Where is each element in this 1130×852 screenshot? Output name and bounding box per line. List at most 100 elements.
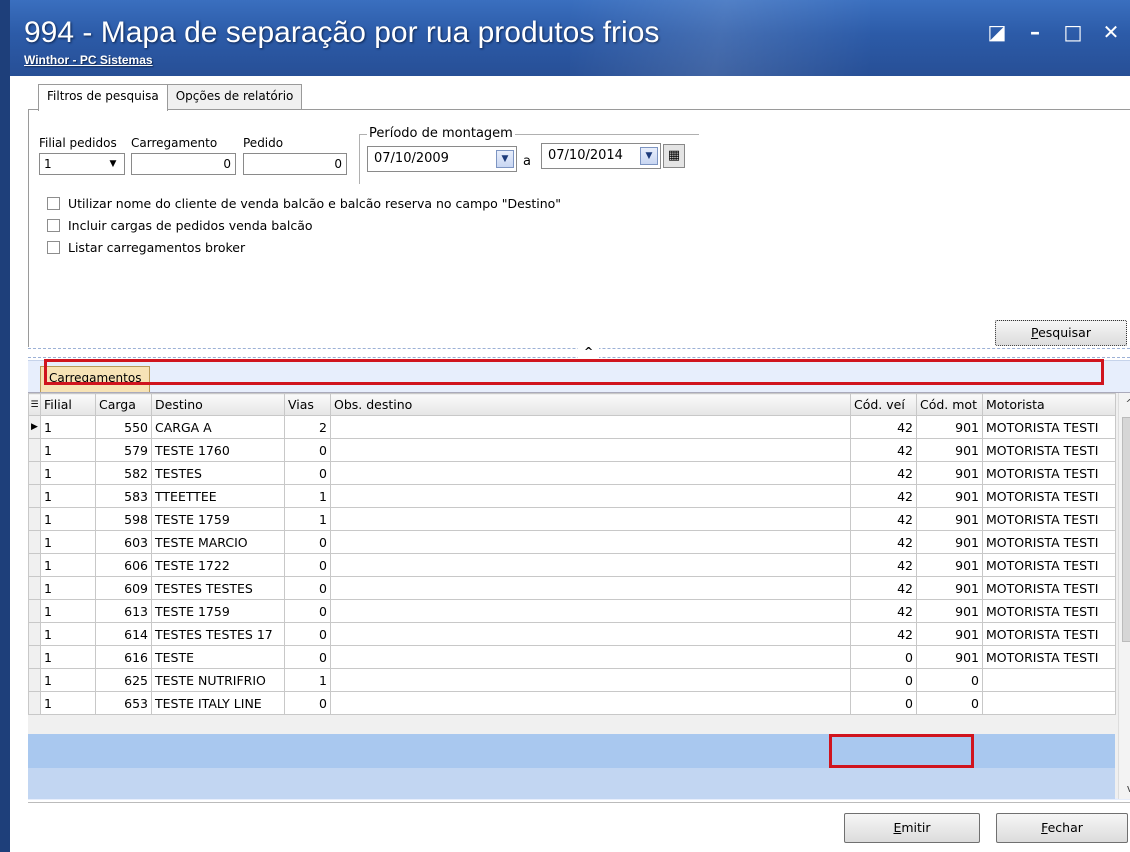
cell-obs[interactable] [330,461,851,485]
table-row[interactable]: 1 603 TESTE MARCIO 0 42 901 MOTORISTA TESTI [28,530,1116,554]
cell-vias[interactable]: 0 [284,576,331,600]
chevron-down-icon[interactable]: ▼ [496,150,514,168]
panel-splitter[interactable]: ^ [28,345,1130,358]
cell-carga[interactable]: 614 [95,622,152,646]
cell-filial[interactable]: 1 [40,415,96,439]
row-indicator[interactable] [28,507,41,531]
cell-cod-vei[interactable]: 42 [850,530,917,554]
table-row[interactable]: 1 625 TESTE NUTRIFRIO 1 0 0 [28,668,1116,692]
cell-cod-mot[interactable]: 901 [916,599,983,623]
cell-cod-vei[interactable]: 42 [850,415,917,439]
cell-cod-mot[interactable]: 0 [916,668,983,692]
cell-motorista[interactable]: MOTORISTA TESTI [982,438,1116,462]
pesquisar-button[interactable]: Pesquisar [995,320,1127,346]
cell-vias[interactable]: 0 [284,691,331,715]
cell-obs[interactable] [330,645,851,669]
cell-carga[interactable]: 603 [95,530,152,554]
column-header-carga[interactable]: Carga [95,393,152,416]
cell-carga[interactable]: 550 [95,415,152,439]
cell-filial[interactable]: 1 [40,484,96,508]
cell-cod-vei[interactable]: 42 [850,553,917,577]
cell-motorista[interactable]: MOTORISTA TESTI [982,484,1116,508]
row-indicator[interactable] [28,484,41,508]
cell-obs[interactable] [330,438,851,462]
cell-cod-mot[interactable]: 901 [916,415,983,439]
date-from-field[interactable]: 07/10/2009 ▼ [367,146,517,172]
chevron-down-icon[interactable]: ▼ [103,155,123,173]
cell-cod-mot[interactable]: 901 [916,576,983,600]
cell-motorista[interactable]: MOTORISTA TESTI [982,645,1116,669]
cell-vias[interactable]: 0 [284,438,331,462]
row-indicator[interactable] [28,622,41,646]
cell-obs[interactable] [330,507,851,531]
cell-cod-vei[interactable]: 42 [850,438,917,462]
close-icon[interactable]: ✕ [1100,20,1122,44]
cell-cod-mot[interactable]: 0 [916,691,983,715]
cell-vias[interactable]: 0 [284,530,331,554]
column-header-obs-destino[interactable]: Obs. destino [330,393,851,416]
cell-destino[interactable]: TTEETTEE [151,484,285,508]
cell-carga[interactable]: 609 [95,576,152,600]
cell-carga[interactable]: 582 [95,461,152,485]
cell-cod-vei[interactable]: 42 [850,576,917,600]
cell-filial[interactable]: 1 [40,507,96,531]
column-chooser-icon[interactable]: ☰ [28,393,41,416]
table-row[interactable]: 1 616 TESTE 0 0 901 MOTORISTA TESTI [28,645,1116,669]
cell-destino[interactable]: TESTE MARCIO [151,530,285,554]
cell-carga[interactable]: 583 [95,484,152,508]
cell-filial[interactable]: 1 [40,461,96,485]
cell-vias[interactable]: 2 [284,415,331,439]
vertical-scrollbar[interactable]: ^ v [1118,393,1130,799]
tab-opcoes-de-relatorio[interactable]: Opções de relatório [166,84,303,110]
fechar-button[interactable]: Fechar [996,813,1128,843]
checkbox-cargas-balcao[interactable]: Incluir cargas de pedidos venda balcão [47,218,313,233]
filial-select[interactable]: 1 ▼ [39,153,125,175]
scroll-up-icon[interactable]: ^ [1119,397,1130,410]
table-row[interactable]: 1 614 TESTES TESTES 17 0 42 901 MOTORISTA TEST… [28,622,1116,646]
cell-filial[interactable]: 1 [40,645,96,669]
cell-motorista[interactable]: MOTORISTA TESTI [982,461,1116,485]
cell-cod-mot[interactable]: 901 [916,622,983,646]
cell-cod-vei[interactable]: 42 [850,599,917,623]
cell-filial[interactable]: 1 [40,622,96,646]
cell-carga[interactable]: 579 [95,438,152,462]
cell-vias[interactable]: 1 [284,484,331,508]
cell-cod-vei[interactable]: 0 [850,645,917,669]
row-indicator[interactable] [28,668,41,692]
table-row[interactable]: 1 653 TESTE ITALY LINE 0 0 0 [28,691,1116,715]
table-row[interactable]: ▶ 1 550 CARGA A 2 42 901 MOTORISTA TESTI [28,415,1116,439]
cell-obs[interactable] [330,484,851,508]
emitir-button[interactable]: Emitir [844,813,980,843]
table-row[interactable]: 1 579 TESTE 1760 0 42 901 MOTORISTA TESTI [28,438,1116,462]
cell-motorista[interactable] [982,668,1116,692]
cell-motorista[interactable]: MOTORISTA TESTI [982,622,1116,646]
cell-cod-mot[interactable]: 901 [916,507,983,531]
row-indicator[interactable] [28,691,41,715]
row-indicator[interactable] [28,461,41,485]
table-row[interactable]: 1 606 TESTE 1722 0 42 901 MOTORISTA TESTI [28,553,1116,577]
pedido-input[interactable]: 0 [243,153,347,175]
cell-destino[interactable]: TESTE NUTRIFRIO [151,668,285,692]
cell-cod-mot[interactable]: 901 [916,530,983,554]
checkbox-box[interactable] [47,197,60,210]
cell-carga[interactable]: 653 [95,691,152,715]
cell-obs[interactable] [330,599,851,623]
calendar-icon[interactable]: ▦ [663,144,685,168]
cell-cod-vei[interactable]: 0 [850,691,917,715]
cell-carga[interactable]: 606 [95,553,152,577]
cell-vias[interactable]: 0 [284,622,331,646]
cell-carga[interactable]: 625 [95,668,152,692]
cell-cod-mot[interactable]: 901 [916,461,983,485]
cell-destino[interactable]: TESTES TESTES [151,576,285,600]
cell-cod-vei[interactable]: 0 [850,668,917,692]
cell-obs[interactable] [330,576,851,600]
cell-filial[interactable]: 1 [40,668,96,692]
table-row[interactable]: 1 613 TESTE 1759 0 42 901 MOTORISTA TESTI [28,599,1116,623]
cell-motorista[interactable]: MOTORISTA TESTI [982,507,1116,531]
row-indicator[interactable] [28,599,41,623]
cell-destino[interactable]: TESTE 1722 [151,553,285,577]
checkbox-destino-balcao[interactable]: Utilizar nome do cliente de venda balcão… [47,196,561,211]
cell-destino[interactable]: TESTE 1759 [151,507,285,531]
cell-destino[interactable]: TESTE [151,645,285,669]
scrollbar-thumb[interactable] [1122,417,1130,642]
